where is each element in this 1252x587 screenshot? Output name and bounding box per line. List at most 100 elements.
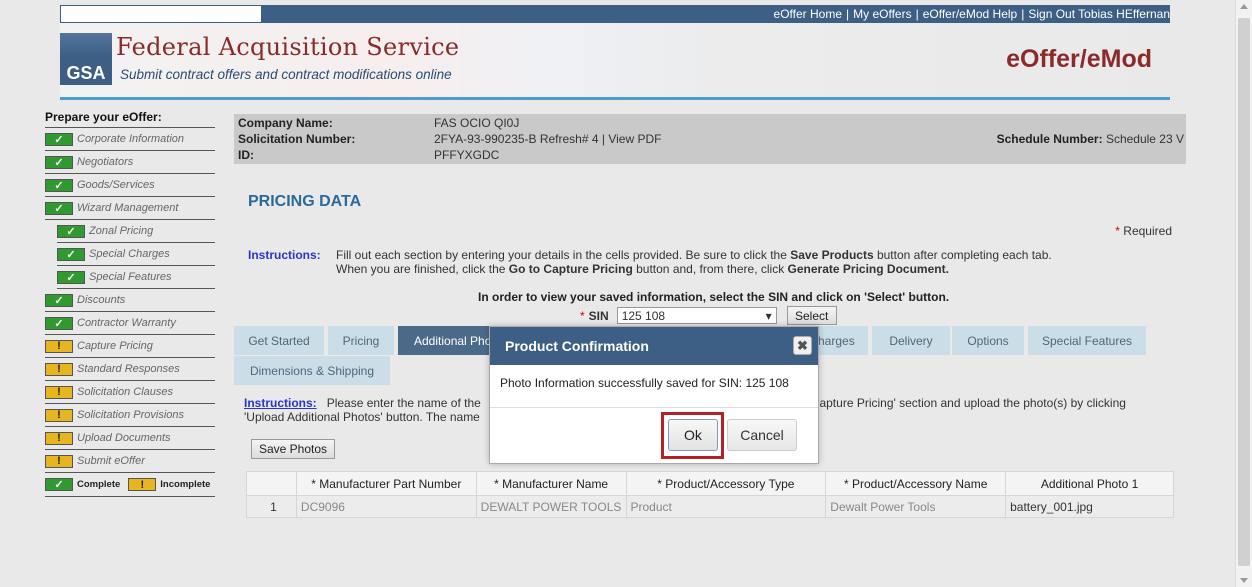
top-nav-blank (60, 5, 262, 23)
sidebar-item-special-features[interactable]: ✓ Special Features (57, 266, 215, 289)
sidebar-item-upload-documents[interactable]: ! Upload Documents (45, 427, 215, 450)
col-type: * Product/Accessory Type (625, 471, 827, 496)
tab-special-charges[interactable]: harges (818, 326, 870, 355)
required-note: * Required (1115, 224, 1172, 238)
sidebar-item-contractor-warranty[interactable]: ✓ Contractor Warranty (45, 312, 215, 335)
status-legend: ✓ Complete ! Incomplete (45, 473, 215, 497)
pricing-instructions: Instructions: Fill out each section by en… (248, 248, 1052, 276)
sidebar-item-label: Solicitation Clauses (77, 386, 173, 398)
sidebar-item-standard-responses[interactable]: ! Standard Responses (45, 358, 215, 381)
product-confirmation-dialog: Product Confirmation ✖ Photo Information… (489, 326, 819, 464)
dialog-footer: Ok Cancel (490, 408, 818, 463)
vertical-scrollbar[interactable] (1235, 0, 1252, 587)
id-value: PFFYXGDC (434, 148, 500, 162)
cell-name[interactable]: Dewalt Power Tools (825, 495, 1007, 518)
agency-title: Federal Acquisition Service (116, 33, 460, 61)
warning-icon: ! (45, 431, 73, 445)
id-label: ID: (238, 148, 254, 162)
dialog-header: Product Confirmation ✖ (490, 327, 818, 365)
sidebar-item-label: Capture Pricing (77, 340, 153, 352)
nav-help[interactable]: eOffer/eMod Help (923, 7, 1018, 21)
cell-photo-1[interactable]: battery_001.jpg (1005, 495, 1174, 518)
tab-additional-photos[interactable]: Additional Photos (398, 326, 498, 355)
sidebar-item-solicitation-clauses[interactable]: ! Solicitation Clauses (45, 381, 215, 404)
scroll-thumb[interactable] (1238, 18, 1250, 566)
page: eOffer Home | My eOffers | eOffer/eMod Help |… (0, 0, 1252, 587)
check-icon: ✓ (57, 224, 85, 238)
check-icon: ✓ (57, 270, 85, 284)
solicitation-value: 2FYA-93-990235-B Refresh# 4 | (434, 132, 605, 146)
tab-delivery[interactable]: Delivery (872, 326, 952, 355)
schedule-value: Schedule 23 V (1105, 132, 1184, 146)
sidebar-item-label: Wizard Management (77, 202, 179, 214)
check-icon: ✓ (45, 155, 73, 169)
chevron-down-icon: ▾ (765, 308, 772, 323)
cell-manufacturer[interactable]: DEWALT POWER TOOLS (475, 495, 627, 518)
ok-button[interactable]: Ok (668, 419, 718, 451)
warning-icon: ! (45, 454, 73, 468)
tab-options[interactable]: Options (952, 326, 1026, 355)
sidebar-item-solicitation-provisions[interactable]: ! Solicitation Provisions (45, 404, 215, 427)
col-index (246, 471, 297, 496)
sidebar-item-label: Goods/Services (77, 179, 155, 191)
dialog-message: Photo Information successfully saved for… (490, 365, 818, 408)
scroll-up-arrow-icon[interactable] (1240, 4, 1248, 9)
photos-table: * Manufacturer Part Number * Manufacture… (246, 471, 1174, 518)
nav-sign-out[interactable]: Sign Out Tobias HEffernan (1028, 7, 1170, 21)
solicitation-label: Solicitation Number: (238, 132, 356, 146)
nav-my-eoffers[interactable]: My eOffers (853, 7, 911, 21)
scroll-down-arrow-icon[interactable] (1240, 578, 1248, 583)
agency-subtitle: Submit contract offers and contract modi… (120, 67, 452, 82)
tab-pricing[interactable]: Pricing (328, 326, 396, 355)
sidebar-item-label: Special Charges (89, 248, 170, 260)
sidebar-item-submit-eoffer[interactable]: ! Submit eOffer (45, 450, 215, 473)
sidebar-item-label: Special Features (89, 271, 172, 283)
sidebar-item-wizard-management[interactable]: ✓ Wizard Management (45, 197, 215, 220)
cancel-button[interactable]: Cancel (727, 419, 797, 451)
col-manufacturer: * Manufacturer Name (475, 471, 627, 496)
header-banner: GSA Federal Acquisition Service Submit c… (60, 23, 1170, 98)
dialog-title: Product Confirmation (505, 338, 649, 354)
save-photos-button[interactable]: Save Photos (251, 439, 335, 459)
warning-icon: ! (45, 385, 73, 399)
company-name-label: Company Name: (238, 116, 333, 130)
table-row: 1 DC9096 DEWALT POWER TOOLS Product Dewa… (246, 495, 1174, 518)
sidebar-item-special-charges[interactable]: ✓ Special Charges (57, 243, 215, 266)
schedule-label: Schedule Number: (996, 132, 1103, 146)
tab-special-features[interactable]: Special Features (1028, 326, 1148, 355)
close-icon[interactable]: ✖ (793, 336, 812, 355)
col-part-number: * Manufacturer Part Number (295, 471, 477, 496)
sidebar-item-goods-services[interactable]: ✓ Goods/Services (45, 174, 215, 197)
sin-select[interactable]: 125 108 ▾ (616, 307, 777, 324)
cell-type[interactable]: Product (625, 495, 827, 518)
tab-get-started[interactable]: Get Started (234, 326, 326, 355)
sidebar-item-capture-pricing[interactable]: ! Capture Pricing (45, 335, 215, 358)
sidebar-item-label: Contractor Warranty (77, 317, 176, 329)
warning-icon: ! (128, 478, 157, 491)
sidebar-item-zonal-pricing[interactable]: ✓ Zonal Pricing (57, 220, 215, 243)
company-info-panel: Company Name: FAS OCIO QI0J Solicitation … (234, 114, 1186, 164)
legend-complete: Complete (77, 479, 121, 490)
check-icon: ✓ (45, 201, 73, 215)
instructions-label: Instructions: (248, 248, 321, 262)
check-icon: ✓ (45, 132, 73, 146)
sidebar-item-label: Discounts (77, 294, 126, 306)
sidebar-title: Prepare your eOffer: (45, 110, 215, 128)
check-icon: ✓ (45, 178, 73, 192)
sidebar-item-discounts[interactable]: ✓ Discounts (45, 289, 215, 312)
sidebar-item-label: Standard Responses (77, 363, 180, 375)
sin-selector-row: * SIN 125 108 ▾ Select (580, 306, 837, 325)
select-button[interactable]: Select (786, 306, 837, 325)
sidebar-item-negotiators[interactable]: ✓ Negotiators (45, 151, 215, 174)
tab-dimensions-shipping[interactable]: Dimensions & Shipping (234, 356, 392, 385)
nav-eoffer-home[interactable]: eOffer Home (774, 7, 842, 21)
check-icon: ✓ (45, 316, 73, 330)
cell-part-number[interactable]: DC9096 (295, 495, 477, 518)
legend-incomplete: Incomplete (160, 479, 211, 490)
warning-icon: ! (45, 339, 73, 353)
view-pdf-link[interactable]: View PDF (608, 132, 661, 146)
col-name: * Product/Accessory Name (825, 471, 1007, 496)
sin-label: SIN (588, 308, 609, 323)
table-header-row: * Manufacturer Part Number * Manufacture… (246, 471, 1174, 496)
sidebar-item-corporate-information[interactable]: ✓ Corporate Information (45, 128, 215, 151)
